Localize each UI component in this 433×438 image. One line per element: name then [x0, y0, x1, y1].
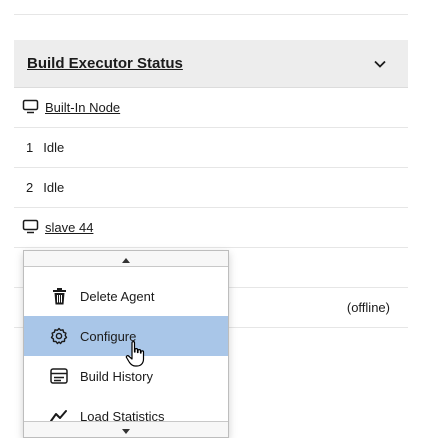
executor-number: 2: [26, 180, 34, 195]
panel-title[interactable]: Build Executor Status: [27, 55, 183, 72]
executor-status: Idle: [43, 180, 65, 195]
executor-row: 1 Idle: [14, 128, 408, 168]
triangle-up-icon: [122, 251, 130, 268]
menu-scroll-down-button[interactable]: [24, 421, 228, 437]
menu-item-configure[interactable]: Configure: [24, 316, 228, 356]
computer-icon: [22, 219, 39, 237]
executor-row: 2 Idle: [14, 168, 408, 208]
triangle-down-icon: [122, 421, 130, 438]
trash-icon: [50, 287, 68, 305]
menu-item-label: Delete Agent: [80, 288, 155, 304]
menu-item-label: Build History: [80, 368, 153, 384]
agent-offline-status: (offline): [346, 300, 390, 315]
menu-item-delete-agent[interactable]: Delete Agent: [24, 276, 228, 316]
gear-icon: [50, 327, 68, 345]
agent-link[interactable]: slave 44: [45, 220, 93, 235]
executor-number: 1: [26, 140, 34, 155]
agent-context-menu[interactable]: Delete Agent Configure Build History Loa…: [23, 250, 229, 438]
top-divider: [14, 14, 408, 15]
history-icon: [50, 367, 68, 385]
built-in-node-row: Built-In Node: [14, 88, 408, 128]
menu-scroll-up-button[interactable]: [24, 251, 228, 267]
menu-item-label: Configure: [80, 328, 137, 344]
panel-header[interactable]: Build Executor Status: [14, 40, 408, 88]
executor-status: Idle: [43, 140, 65, 155]
agent-row: slave 44: [14, 208, 408, 248]
computer-icon: [22, 99, 39, 117]
built-in-node-link[interactable]: Built-In Node: [45, 100, 120, 115]
menu-item-build-history[interactable]: Build History: [24, 356, 228, 396]
chevron-down-icon[interactable]: [372, 56, 388, 72]
